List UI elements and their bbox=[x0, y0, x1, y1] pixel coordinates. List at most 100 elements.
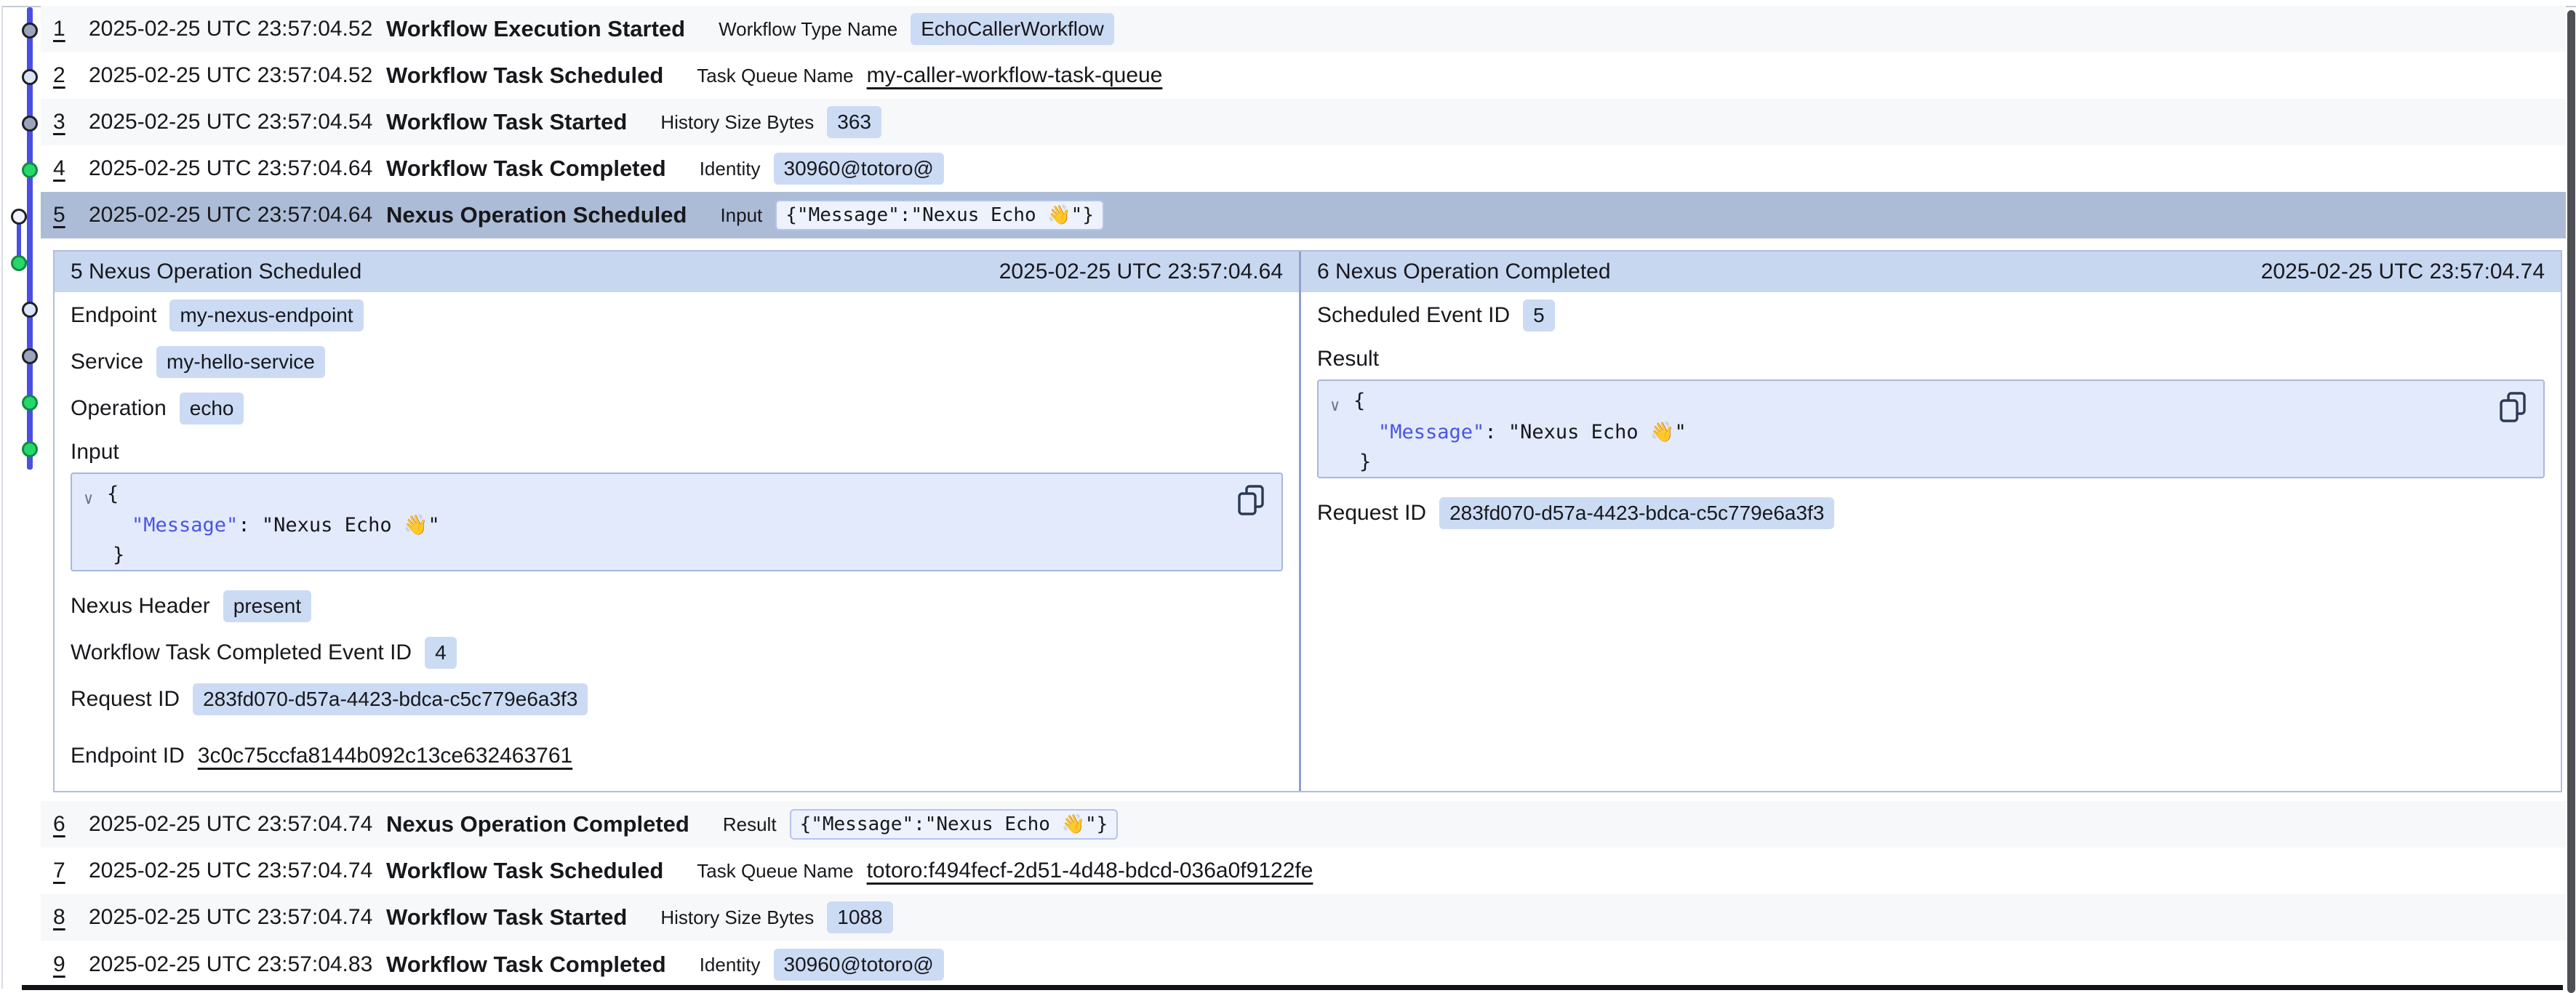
event-detail-label: Identity bbox=[700, 158, 761, 180]
timeline-event-dot[interactable] bbox=[22, 69, 38, 85]
event-detail-label: History Size Bytes bbox=[660, 906, 814, 929]
request-id-badge: 283fd070-d57a-4423-bdca-c5c779e6a3f3 bbox=[1439, 497, 1834, 529]
json-viewer-input: ∨ { "Message": "Nexus Echo 👋" } bbox=[71, 473, 1283, 571]
event-timestamp: 2025-02-25 UTC 23:57:04.74 bbox=[89, 905, 386, 930]
json-value: "Nexus Echo 👋" bbox=[1508, 421, 1687, 443]
history-size-badge: 1088 bbox=[827, 901, 892, 933]
history-event-row[interactable]: 2 2025-02-25 UTC 23:57:04.52 Workflow Ta… bbox=[41, 52, 2566, 99]
bottom-divider-bar bbox=[22, 985, 2563, 990]
timeline-event-dot[interactable] bbox=[11, 255, 27, 271]
field-label: Request ID bbox=[1317, 501, 1426, 526]
field-label: Endpoint bbox=[71, 303, 156, 328]
history-event-row-selected[interactable]: 5 2025-02-25 UTC 23:57:04.64 Nexus Opera… bbox=[41, 192, 2566, 238]
event-detail-label: History Size Bytes bbox=[660, 111, 814, 134]
field-label: Endpoint ID bbox=[71, 744, 185, 768]
field-label: Nexus Header bbox=[71, 594, 210, 619]
input-json-badge: {"Message":"Nexus Echo 👋"} bbox=[775, 200, 1104, 230]
event-detail-panel-completed: 6 Nexus Operation Completed 2025-02-25 U… bbox=[1301, 252, 2561, 791]
event-name: Workflow Task Scheduled bbox=[386, 858, 663, 884]
history-event-row[interactable]: 6 2025-02-25 UTC 23:57:04.74 Nexus Opera… bbox=[41, 801, 2566, 848]
event-id-link[interactable]: 9 bbox=[53, 952, 89, 977]
copy-button[interactable] bbox=[2498, 391, 2527, 425]
event-timestamp: 2025-02-25 UTC 23:57:04.83 bbox=[89, 952, 386, 977]
event-id-link[interactable]: 7 bbox=[53, 859, 89, 883]
history-event-row[interactable]: 7 2025-02-25 UTC 23:57:04.74 Workflow Ta… bbox=[41, 848, 2566, 894]
event-timestamp: 2025-02-25 UTC 23:57:04.64 bbox=[89, 156, 386, 181]
endpoint-id-link[interactable]: 3c0c75ccfa8144b092c13ce632463761 bbox=[198, 744, 572, 768]
field-label: Scheduled Event ID bbox=[1317, 303, 1510, 328]
event-id-link[interactable]: 1 bbox=[53, 17, 89, 41]
operation-badge: echo bbox=[180, 393, 244, 425]
timeline-event-dot[interactable] bbox=[22, 162, 38, 178]
event-name: Workflow Task Started bbox=[386, 904, 627, 930]
history-event-row[interactable]: 9 2025-02-25 UTC 23:57:04.83 Workflow Ta… bbox=[41, 941, 2566, 988]
copy-icon bbox=[1236, 484, 1265, 516]
event-id-link[interactable]: 6 bbox=[53, 812, 89, 837]
event-detail-label: Identity bbox=[700, 954, 761, 976]
timeline-event-dot[interactable] bbox=[22, 348, 38, 364]
endpoint-badge: my-nexus-endpoint bbox=[169, 299, 363, 331]
event-timestamp: 2025-02-25 UTC 23:57:04.54 bbox=[89, 110, 386, 134]
timeline-event-dot[interactable] bbox=[22, 395, 38, 411]
timeline-event-dot[interactable] bbox=[22, 23, 38, 39]
scheduled-event-id-badge: 5 bbox=[1523, 299, 1555, 331]
panel-title: 5 Nexus Operation Scheduled bbox=[71, 260, 361, 284]
json-value: "Nexus Echo 👋" bbox=[262, 514, 440, 536]
service-badge: my-hello-service bbox=[156, 346, 325, 378]
event-id-link[interactable]: 8 bbox=[53, 905, 89, 930]
request-id-badge: 283fd070-d57a-4423-bdca-c5c779e6a3f3 bbox=[193, 683, 588, 715]
event-timestamp: 2025-02-25 UTC 23:57:04.74 bbox=[89, 812, 386, 837]
json-close-brace: } bbox=[113, 544, 124, 566]
vertical-scrollbar-thumb[interactable] bbox=[2567, 10, 2575, 993]
result-json-badge: {"Message":"Nexus Echo 👋"} bbox=[790, 809, 1119, 840]
field-label: Workflow Task Completed Event ID bbox=[71, 640, 412, 665]
field-label: Request ID bbox=[71, 687, 180, 712]
workflow-task-completed-event-id-badge: 4 bbox=[425, 637, 457, 669]
panel-header[interactable]: 6 Nexus Operation Completed 2025-02-25 U… bbox=[1301, 252, 2561, 292]
copy-icon bbox=[2498, 391, 2527, 423]
history-event-row[interactable]: 4 2025-02-25 UTC 23:57:04.64 Workflow Ta… bbox=[41, 145, 2566, 192]
panel-header[interactable]: 5 Nexus Operation Scheduled 2025-02-25 U… bbox=[55, 252, 1299, 292]
history-event-row[interactable]: 1 2025-02-25 UTC 23:57:04.52 Workflow Ex… bbox=[41, 6, 2566, 52]
timeline-event-dot[interactable] bbox=[22, 302, 38, 318]
history-event-row[interactable]: 8 2025-02-25 UTC 23:57:04.74 Workflow Ta… bbox=[41, 894, 2566, 941]
event-detail-panel-scheduled: 5 Nexus Operation Scheduled 2025-02-25 U… bbox=[55, 252, 1301, 791]
collapse-chevron-icon[interactable]: ∨ bbox=[1330, 397, 1340, 415]
history-event-row[interactable]: 3 2025-02-25 UTC 23:57:04.54 Workflow Ta… bbox=[41, 99, 2566, 145]
event-name: Workflow Task Completed bbox=[386, 156, 666, 182]
nexus-header-badge: present bbox=[223, 590, 311, 622]
event-detail-label: Input bbox=[720, 204, 762, 227]
event-detail-label: Task Queue Name bbox=[697, 860, 853, 883]
task-queue-link[interactable]: my-caller-workflow-task-queue bbox=[867, 63, 1163, 88]
event-id-link[interactable]: 3 bbox=[53, 110, 89, 134]
event-name: Workflow Task Scheduled bbox=[386, 63, 663, 89]
copy-button[interactable] bbox=[1236, 484, 1265, 518]
task-queue-link[interactable]: totoro:f494fecf-2d51-4d48-bdcd-036a0f912… bbox=[867, 859, 1313, 883]
panel-timestamp: 2025-02-25 UTC 23:57:04.74 bbox=[2261, 260, 2545, 284]
event-id-link[interactable]: 5 bbox=[53, 203, 89, 228]
collapse-chevron-icon[interactable]: ∨ bbox=[84, 490, 93, 508]
event-detail-label: Workflow Type Name bbox=[719, 18, 897, 41]
json-open-brace: { bbox=[1353, 390, 1365, 412]
event-timestamp: 2025-02-25 UTC 23:57:04.52 bbox=[89, 63, 386, 88]
json-viewer-result: ∨ { "Message": "Nexus Echo 👋" } bbox=[1317, 379, 2545, 478]
event-timestamp: 2025-02-25 UTC 23:57:04.52 bbox=[89, 17, 386, 41]
timeline-event-dot[interactable] bbox=[22, 441, 38, 457]
timeline-event-dot[interactable] bbox=[22, 116, 38, 132]
timeline-event-dot[interactable] bbox=[11, 209, 27, 225]
event-timestamp: 2025-02-25 UTC 23:57:04.64 bbox=[89, 203, 386, 228]
field-label: Operation bbox=[71, 396, 167, 421]
identity-badge: 30960@totoro@ bbox=[774, 153, 944, 185]
event-id-link[interactable]: 4 bbox=[53, 156, 89, 181]
field-label: Input bbox=[71, 440, 119, 465]
event-name: Workflow Task Started bbox=[386, 109, 627, 135]
field-label: Result bbox=[1317, 347, 1379, 371]
workflow-type-name-badge: EchoCallerWorkflow bbox=[911, 13, 1114, 45]
event-id-link[interactable]: 2 bbox=[53, 63, 89, 88]
event-name: Workflow Execution Started bbox=[386, 16, 685, 42]
event-timestamp: 2025-02-25 UTC 23:57:04.74 bbox=[89, 859, 386, 883]
panel-timestamp: 2025-02-25 UTC 23:57:04.64 bbox=[999, 260, 1283, 284]
identity-badge: 30960@totoro@ bbox=[774, 949, 944, 981]
json-separator: : bbox=[238, 514, 262, 536]
json-open-brace: { bbox=[107, 483, 119, 505]
